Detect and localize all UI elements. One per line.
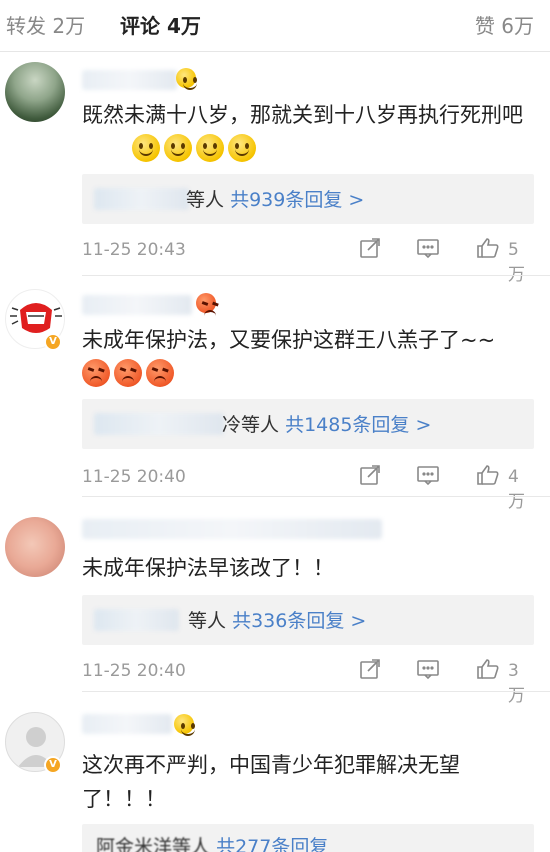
name-emoji-icon xyxy=(176,68,197,90)
comment-meta: 11-25 20:43 5万 xyxy=(82,236,534,285)
comment-meta: 11-25 20:40 4万 xyxy=(82,463,534,512)
comment-text: 既然未满十八岁，那就关到十八岁再执行死刑吧 xyxy=(82,103,523,127)
emoji-row xyxy=(82,359,174,387)
username-blurred[interactable] xyxy=(82,70,177,90)
comment-item: V 未成年保护法，又要保护这群王八羔子了~~ 冷等人 共1485条回复 > 11… xyxy=(0,277,550,512)
username-blurred[interactable] xyxy=(82,714,172,734)
share-icon[interactable] xyxy=(358,463,384,489)
reply-count-link[interactable]: 共1485条回复 > xyxy=(285,414,431,436)
angry-emoji-icon xyxy=(114,359,142,387)
smile-emoji-icon xyxy=(196,134,224,162)
angry-emoji-icon xyxy=(146,359,174,387)
angry-emoji-icon xyxy=(82,359,110,387)
comment-item: 未成年保护法早该改了！！ 等人 共336条回复 > 11-25 20:40 3万 xyxy=(0,497,550,706)
share-icon[interactable] xyxy=(358,236,384,262)
comment-icon[interactable] xyxy=(416,236,442,262)
tab-bar: 转发 2万 评论 4万 赞 6万 xyxy=(0,0,550,52)
smile-emoji-icon xyxy=(164,134,192,162)
thumb-up-icon[interactable] xyxy=(476,463,502,489)
reply-preview[interactable]: 阿金米洋等人 共277条回复 xyxy=(82,824,534,852)
tab-comment[interactable]: 评论 4万 xyxy=(120,10,201,39)
thumb-up-icon[interactable] xyxy=(476,236,502,262)
thumb-up-icon[interactable] xyxy=(476,657,502,683)
comment-text: 未成年保护法，又要保护这群王八羔子了~~ xyxy=(82,328,496,352)
emoji-row xyxy=(132,134,256,162)
reply-suffix: 等人 xyxy=(186,189,225,211)
username-blurred[interactable] xyxy=(82,295,192,315)
reply-names-blurred xyxy=(94,188,189,210)
reply-suffix: 冷等人 xyxy=(222,414,280,436)
comment-icon[interactable] xyxy=(416,463,442,489)
comment-item: V 这次再不严判，中国青少年犯罪解决无望了！！！ 阿金米洋等人 共277条回复 xyxy=(0,692,550,852)
reply-preview[interactable]: 等人 共939条回复 > xyxy=(82,174,534,224)
reply-count-link[interactable]: 共336条回复 > xyxy=(232,610,366,632)
name-emoji-icon xyxy=(174,714,195,736)
reply-preview[interactable]: 等人 共336条回复 > xyxy=(82,595,534,645)
smile-emoji-icon xyxy=(228,134,256,162)
verified-badge-icon: V xyxy=(44,756,62,774)
comment-text: 未成年保护法早该改了！！ xyxy=(82,556,334,580)
username-blurred[interactable] xyxy=(82,519,382,539)
tab-like[interactable]: 赞 6万 xyxy=(475,10,534,39)
divider xyxy=(82,275,550,276)
name-emoji-icon xyxy=(196,293,216,313)
comment-item: 既然未满十八岁，那就关到十八岁再执行死刑吧 等人 共939条回复 > 11-25… xyxy=(0,52,550,285)
comment-meta: 11-25 20:40 3万 xyxy=(82,657,534,706)
reply-names-blurred xyxy=(94,413,224,435)
share-icon[interactable] xyxy=(358,657,384,683)
timestamp: 11-25 20:43 xyxy=(82,240,186,260)
reply-count-link[interactable]: 共939条回复 > xyxy=(230,189,364,211)
reply-count-link[interactable]: 共277条回复 xyxy=(216,836,328,852)
reply-suffix: 阿金米洋等人 xyxy=(96,836,211,852)
timestamp: 11-25 20:40 xyxy=(82,467,186,487)
reply-names-blurred xyxy=(94,609,179,631)
timestamp: 11-25 20:40 xyxy=(82,661,186,681)
avatar[interactable] xyxy=(5,62,65,122)
reply-suffix: 等人 xyxy=(188,610,227,632)
tab-forward[interactable]: 转发 2万 xyxy=(6,10,85,39)
comment-text: 这次再不严判，中国青少年犯罪解决无望了！！！ xyxy=(82,753,460,811)
avatar[interactable] xyxy=(5,517,65,577)
verified-badge-icon: V xyxy=(44,333,62,351)
smile-emoji-icon xyxy=(132,134,160,162)
reply-preview[interactable]: 冷等人 共1485条回复 > xyxy=(82,399,534,449)
comment-icon[interactable] xyxy=(416,657,442,683)
